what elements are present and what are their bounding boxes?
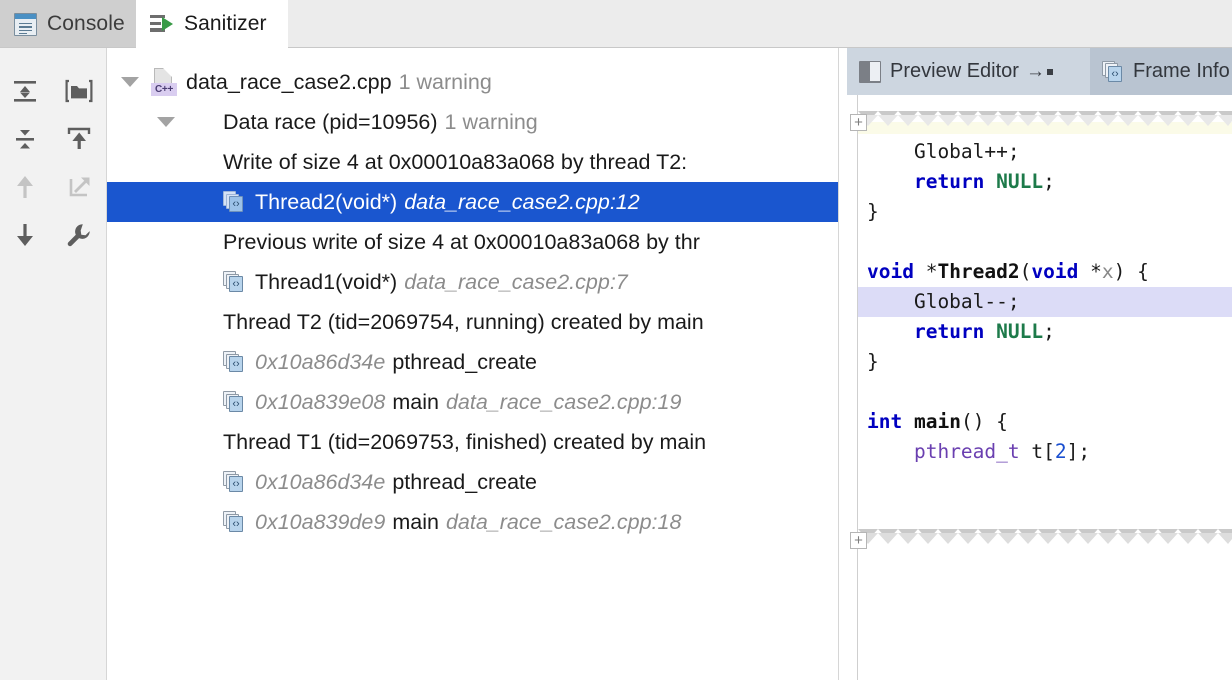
tab-frame-info[interactable]: ‹› Frame Info bbox=[1090, 48, 1232, 95]
tree-row-thread1-location: data_race_case2.cpp:7 bbox=[404, 269, 628, 294]
tab-sanitizer-label: Sanitizer bbox=[184, 12, 267, 35]
tabbar-empty-area bbox=[288, 0, 1232, 48]
fold-zigzag-top-icon bbox=[858, 111, 1232, 126]
code-line-1[interactable]: Global++; bbox=[858, 137, 1232, 167]
external-link-icon bbox=[69, 177, 90, 197]
tree-row-data-race-warning-count: 1 warning bbox=[444, 109, 538, 134]
arrow-right-icon: → bbox=[1025, 60, 1045, 82]
open-in-folder-button[interactable] bbox=[56, 68, 102, 114]
code-line-11[interactable]: pthread_t t[2]; bbox=[858, 437, 1232, 467]
tree-row-write[interactable]: Write of size 4 at 0x00010a83a068 by thr… bbox=[107, 142, 838, 182]
tool-window-tabbar: Console Sanitizer bbox=[0, 0, 1232, 48]
twisty-expanded-icon[interactable] bbox=[121, 77, 139, 87]
frame-icon: ‹› bbox=[223, 351, 245, 373]
tree-row-thread2-location: data_race_case2.cpp:12 bbox=[404, 189, 640, 214]
tree-row-previous-write-label: Previous write of size 4 at 0x00010a83a0… bbox=[223, 229, 700, 254]
split-editor-icon bbox=[859, 60, 881, 83]
code-line-4[interactable] bbox=[858, 227, 1232, 257]
tree-row-frame-function: pthread_create bbox=[392, 469, 537, 494]
tree-row-frame-pthread-create-t2[interactable]: ‹› 0x10a86d34e pthread_create bbox=[107, 342, 838, 382]
open-external-button[interactable] bbox=[56, 164, 102, 210]
tree-row-frame-function: main bbox=[392, 509, 439, 534]
tree-row-data-race-label: Data race (pid=10956) bbox=[223, 109, 438, 134]
twisty-expanded-icon[interactable] bbox=[157, 117, 175, 127]
tree-row-frame-address: 0x10a839de9 bbox=[255, 509, 386, 534]
tree-row-data-race[interactable]: Data race (pid=10956) 1 warning bbox=[107, 102, 838, 142]
frame-icon: ‹› bbox=[223, 271, 245, 293]
tab-console[interactable]: Console bbox=[0, 0, 136, 48]
tree-row-frame-pthread-create-t1[interactable]: ‹› 0x10a86d34e pthread_create bbox=[107, 462, 838, 502]
expand-all-icon bbox=[14, 81, 36, 102]
tree-row-file-label: data_race_case2.cpp bbox=[186, 69, 392, 94]
tree-row-file-warning-count: 1 warning bbox=[398, 69, 492, 94]
code-line-9[interactable] bbox=[858, 377, 1232, 407]
frame-icon: ‹› bbox=[1102, 60, 1124, 83]
code-line-6[interactable]: Global--; bbox=[858, 287, 1232, 317]
sanitizer-toolbar bbox=[0, 48, 107, 680]
tab-preview-editor-label: Preview Editor bbox=[890, 60, 1019, 82]
tree-row-frame-main-19[interactable]: ‹› 0x10a839e08 main data_race_case2.cpp:… bbox=[107, 382, 838, 422]
preview-tabbar: Preview Editor → ‹› Frame Info bbox=[847, 48, 1232, 95]
expand-fold-top-button[interactable]: + bbox=[850, 114, 867, 131]
settings-button[interactable] bbox=[56, 212, 102, 258]
tree-row-thread1-label: Thread1(void*) bbox=[255, 269, 398, 294]
tree-row-frame-address: 0x10a86d34e bbox=[255, 349, 386, 374]
code-line-2[interactable]: return NULL; bbox=[858, 167, 1232, 197]
tree-row-previous-write[interactable]: Previous write of size 4 at 0x00010a83a0… bbox=[107, 222, 838, 262]
preview-code-editor[interactable]: + + Global++; return NULL; } void *Threa… bbox=[847, 95, 1232, 680]
tree-row-frame-address: 0x10a839e08 bbox=[255, 389, 386, 414]
tab-preview-editor[interactable]: Preview Editor → bbox=[847, 48, 1090, 95]
code-line-8[interactable]: } bbox=[858, 347, 1232, 377]
code-line-3[interactable]: } bbox=[858, 197, 1232, 227]
tree-row-frame-address: 0x10a86d34e bbox=[255, 469, 386, 494]
next-occurrence-button[interactable] bbox=[2, 212, 48, 258]
preview-panel: Preview Editor → ‹› Frame Info + + Globa… bbox=[847, 48, 1232, 680]
frame-icon: ‹› bbox=[223, 511, 245, 533]
sanitizer-tool-window: Console Sanitizer C++ data_race_case2.cp… bbox=[0, 0, 1232, 680]
tree-row-frame-location: data_race_case2.cpp:18 bbox=[445, 509, 682, 534]
tree-row-thread-t1[interactable]: Thread T1 (tid=2069753, finished) create… bbox=[107, 422, 838, 462]
expand-all-button[interactable] bbox=[2, 68, 48, 114]
tree-row-thread-t2-label: Thread T2 (tid=2069754, running) created… bbox=[223, 309, 704, 334]
console-icon bbox=[14, 12, 37, 36]
tree-row-frame-function: pthread_create bbox=[392, 349, 537, 374]
code-line-7[interactable]: return NULL; bbox=[858, 317, 1232, 347]
tree-scrollbar[interactable] bbox=[838, 48, 847, 680]
arrow-up-icon bbox=[17, 176, 33, 198]
tree-row-thread-t1-label: Thread T1 (tid=2069753, finished) create… bbox=[223, 429, 707, 454]
collapse-all-icon bbox=[16, 130, 34, 149]
wrench-icon bbox=[67, 224, 90, 247]
previous-occurrence-button[interactable] bbox=[2, 164, 48, 210]
tree-row-write-label: Write of size 4 at 0x00010a83a068 by thr… bbox=[223, 149, 688, 174]
expand-fold-bottom-button[interactable]: + bbox=[850, 532, 867, 549]
tree-row-thread-t2[interactable]: Thread T2 (tid=2069754, running) created… bbox=[107, 302, 838, 342]
frame-icon: ‹› bbox=[223, 391, 245, 413]
tree-row-file[interactable]: C++ data_race_case2.cpp 1 warning bbox=[107, 62, 838, 102]
sanitizer-icon bbox=[150, 14, 174, 34]
export-up-icon bbox=[67, 127, 91, 149]
tab-sanitizer[interactable]: Sanitizer bbox=[136, 0, 288, 48]
frame-icon: ‹› bbox=[223, 191, 245, 213]
editor-gutter[interactable] bbox=[847, 95, 858, 680]
tree-row-frame-main-18[interactable]: ‹› 0x10a839de9 main data_race_case2.cpp:… bbox=[107, 502, 838, 542]
folder-brackets-icon bbox=[65, 79, 93, 103]
cpp-file-icon: C++ bbox=[151, 68, 177, 96]
collapse-all-button[interactable] bbox=[2, 116, 48, 162]
tab-console-label: Console bbox=[47, 12, 125, 35]
code-line-5[interactable]: void *Thread2(void *x) { bbox=[858, 257, 1232, 287]
tree-row-thread2-frame[interactable]: ‹› Thread2(void*) data_race_case2.cpp:12 bbox=[107, 182, 838, 222]
tab-frame-info-label: Frame Info bbox=[1133, 60, 1230, 82]
sanitizer-issue-tree[interactable]: C++ data_race_case2.cpp 1 warning Data r… bbox=[107, 48, 838, 680]
arrow-down-icon bbox=[17, 224, 33, 246]
tree-row-thread1-frame[interactable]: ‹› Thread1(void*) data_race_case2.cpp:7 bbox=[107, 262, 838, 302]
tree-row-thread2-label: Thread2(void*) bbox=[255, 189, 398, 214]
fold-zigzag-bottom-icon bbox=[858, 529, 1232, 544]
export-button[interactable] bbox=[56, 116, 102, 162]
frame-icon: ‹› bbox=[223, 471, 245, 493]
code-line-10[interactable]: int main() { bbox=[858, 407, 1232, 437]
tree-row-frame-location: data_race_case2.cpp:19 bbox=[445, 389, 682, 414]
square-marker-icon bbox=[1046, 68, 1053, 75]
tree-row-frame-function: main bbox=[392, 389, 439, 414]
